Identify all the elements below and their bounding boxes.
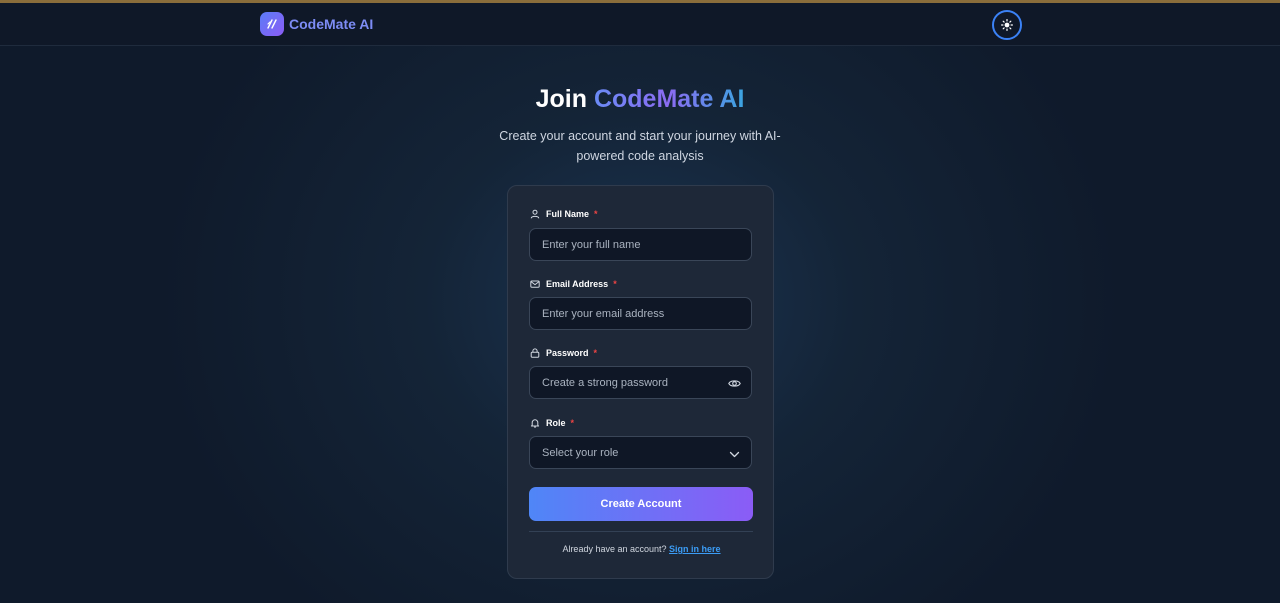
- password-input[interactable]: Create a strong password: [529, 366, 752, 399]
- sun-icon: [1001, 19, 1013, 31]
- full-name-placeholder: Enter your full name: [542, 238, 641, 251]
- email-input[interactable]: Enter your email address: [529, 297, 752, 330]
- password-label: Password *: [530, 348, 597, 358]
- role-label-text: Role: [546, 418, 566, 428]
- full-name-label: Full Name *: [530, 209, 598, 219]
- page-title-prefix: Join: [535, 85, 587, 113]
- email-label: Email Address *: [530, 279, 617, 289]
- signin-row: Already have an account? Sign in here: [508, 544, 775, 554]
- required-mark: *: [594, 209, 598, 219]
- brand-name: CodeMate AI: [289, 16, 374, 32]
- role-select[interactable]: Select your role: [529, 436, 752, 469]
- signin-link[interactable]: Sign in here: [669, 544, 721, 554]
- role-selected-value: Select your role: [542, 446, 619, 459]
- divider: [529, 531, 753, 532]
- bell-icon: [530, 418, 540, 428]
- user-icon: [530, 209, 540, 219]
- lock-icon: [530, 348, 540, 358]
- mail-icon: [530, 279, 540, 289]
- theme-toggle-button[interactable]: [992, 10, 1022, 40]
- eye-icon[interactable]: [728, 377, 741, 390]
- full-name-label-text: Full Name: [546, 209, 590, 219]
- chevron-down-icon: [728, 448, 741, 461]
- password-label-text: Password: [546, 348, 589, 358]
- password-placeholder: Create a strong password: [542, 376, 668, 389]
- page-title-accent: CodeMate AI: [593, 85, 745, 113]
- codemate-logo-icon: [260, 12, 284, 36]
- page-title: Join CodeMate AI: [0, 85, 1280, 114]
- signup-form: Full Name * Enter your full name Email A…: [507, 185, 774, 579]
- brand[interactable]: CodeMate AI: [260, 12, 373, 36]
- required-mark: *: [613, 279, 617, 289]
- full-name-input[interactable]: Enter your full name: [529, 228, 752, 261]
- page-subtitle: Create your account and start your journ…: [499, 129, 781, 163]
- navbar: CodeMate AI: [0, 3, 1280, 46]
- required-mark: *: [570, 418, 575, 428]
- email-placeholder: Enter your email address: [542, 307, 665, 320]
- signin-prompt: Already have an account?: [562, 544, 667, 554]
- role-label: Role *: [530, 418, 574, 428]
- required-mark: *: [593, 348, 598, 358]
- create-account-button[interactable]: Create Account: [529, 487, 753, 521]
- email-label-text: Email Address: [546, 279, 609, 289]
